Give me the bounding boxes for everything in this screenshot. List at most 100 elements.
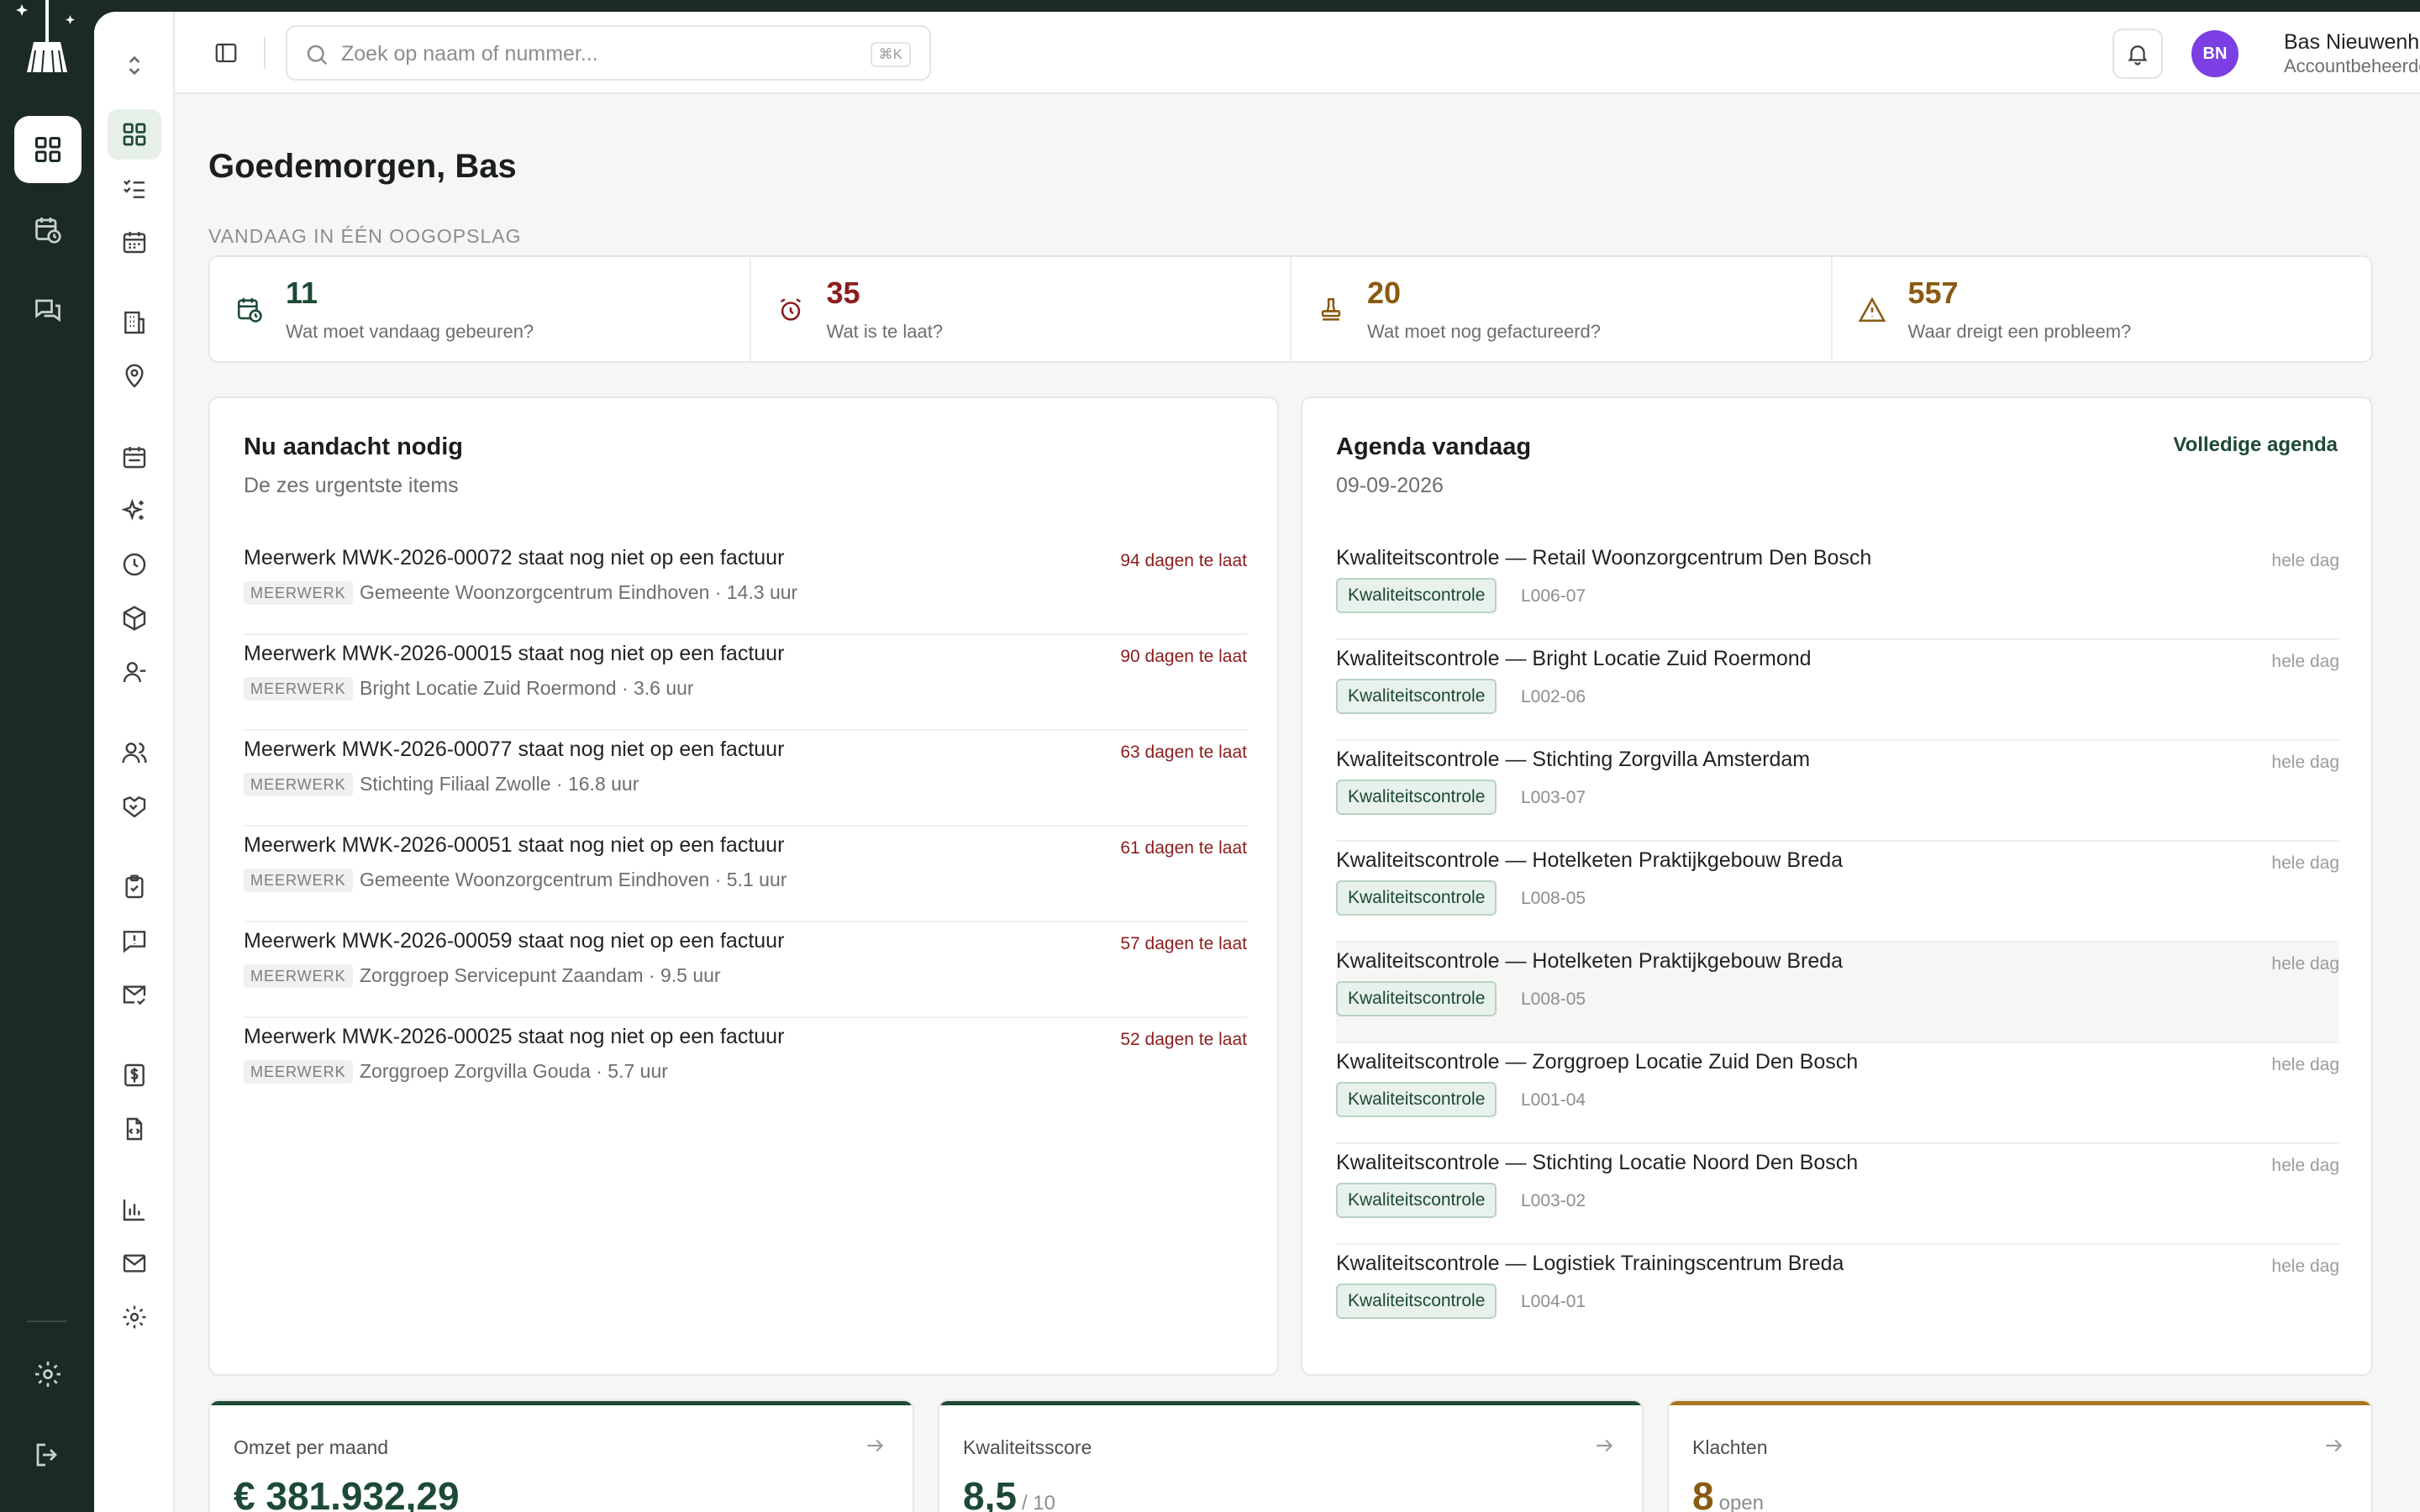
- attention-item[interactable]: Meerwerk MWK-2026-00077 staat nog niet o…: [244, 731, 1247, 827]
- app-window: ⌘K BN Bas Nieuwenhuis Accountbeheerder G…: [94, 12, 2420, 1512]
- full-agenda-link[interactable]: Volledige agenda: [2173, 433, 2338, 457]
- sidebar-collapse-button[interactable]: [108, 40, 161, 91]
- attention-title: Nu aandacht nodig: [244, 433, 463, 460]
- calendar-clock-icon: [237, 297, 262, 323]
- clipboard-check-icon: [125, 874, 144, 899]
- page-title: Goedemorgen, Bas: [208, 148, 517, 185]
- sidebar-item-reports[interactable]: [108, 1184, 161, 1235]
- search-input[interactable]: [341, 37, 812, 71]
- attention-item[interactable]: Meerwerk MWK-2026-00072 staat nog niet o…: [244, 539, 1247, 635]
- agenda-item-tag: Kwaliteitscontrole: [1336, 1183, 1497, 1218]
- kpi-problems[interactable]: 557 Waar dreigt een probleem?: [1833, 257, 2372, 361]
- card-value-suffix: / 10: [1021, 1492, 1055, 1512]
- sidebar-item-contracts[interactable]: [108, 1104, 161, 1154]
- late-badge: 90 dagen te laat: [1120, 647, 1247, 666]
- notifications-button[interactable]: [2112, 29, 2163, 79]
- sidebar-item-employees[interactable]: [108, 727, 161, 778]
- search-box[interactable]: ⌘K: [286, 25, 931, 81]
- sidebar-item-schedule[interactable]: [108, 432, 161, 482]
- attention-item-meta: Zorggroep Servicepunt Zaandam · 9.5 uur: [360, 964, 721, 986]
- rail-planning-button[interactable]: [14, 197, 82, 264]
- dashboard-icon: [123, 123, 146, 146]
- mail-check-icon: [123, 985, 146, 1005]
- agenda-item[interactable]: Kwaliteitscontrole — Hotelketen Praktijk…: [1336, 942, 2339, 1043]
- mail-icon: [123, 1254, 146, 1273]
- sparkle-icon: [121, 498, 144, 521]
- agenda-item[interactable]: Kwaliteitscontrole — Stichting Locatie N…: [1336, 1144, 2339, 1245]
- sidebar-item-hours[interactable]: [108, 539, 161, 590]
- arrow-right-icon: [867, 1439, 884, 1452]
- rail-dashboard-button[interactable]: [14, 116, 82, 183]
- agenda-item-tag: Kwaliteitscontrole: [1336, 981, 1497, 1016]
- sidebar-item-inspections[interactable]: [108, 862, 161, 912]
- sidebar-item-cleaning[interactable]: [108, 486, 161, 536]
- sidebar-item-materials[interactable]: [108, 593, 161, 643]
- user-avatar[interactable]: BN: [2191, 30, 2238, 77]
- chat-icon: [35, 299, 60, 323]
- sidebar-item-absence[interactable]: [108, 647, 161, 697]
- sidebar-item-invoices[interactable]: [108, 1050, 161, 1100]
- sidebar-item-mail[interactable]: [108, 1238, 161, 1289]
- sidebar-item-tasks[interactable]: [108, 163, 161, 213]
- sidebar-item-locations[interactable]: [108, 351, 161, 402]
- agenda-item-title: Kwaliteitscontrole — Hotelketen Praktijk…: [1336, 848, 1844, 872]
- agenda-item[interactable]: Kwaliteitscontrole — Retail Woonzorgcent…: [1336, 539, 2339, 640]
- agenda-item-time: hele dag: [2271, 1257, 2339, 1276]
- calendar-icon: [123, 232, 146, 254]
- quality-score-card[interactable]: Kwaliteitsscore 8,5/ 10: [938, 1399, 1644, 1512]
- late-badge: 57 dagen te laat: [1120, 934, 1247, 953]
- kpi-late[interactable]: 35 Wat is te laat?: [751, 257, 1292, 361]
- card-accent-bar: [1669, 1401, 2371, 1405]
- card-value: € 381.932,29: [234, 1473, 465, 1512]
- kpi-label: Wat moet nog gefactureerd?: [1367, 321, 1602, 342]
- agenda-item-code: L001-04: [1521, 1090, 1586, 1110]
- sidebar-item-dashboard[interactable]: [108, 109, 161, 160]
- sidebar-item-clients[interactable]: [108, 781, 161, 832]
- user-name[interactable]: Bas Nieuwenhuis: [2284, 30, 2420, 55]
- toggle-sidebar-button[interactable]: [210, 37, 242, 69]
- agenda-item-tag: Kwaliteitscontrole: [1336, 1284, 1497, 1319]
- agenda-item[interactable]: Kwaliteitscontrole — Stichting Zorgvilla…: [1336, 741, 2339, 842]
- revenue-card[interactable]: Omzet per maand € 381.932,29: [208, 1399, 914, 1512]
- sidebar-item-complaints[interactable]: [108, 916, 161, 966]
- gear-icon: [123, 1305, 146, 1329]
- attention-item[interactable]: Meerwerk MWK-2026-00059 staat nog niet o…: [244, 922, 1247, 1018]
- kpi-today[interactable]: 11 Wat moet vandaag gebeuren?: [210, 257, 751, 361]
- settings-icon: [35, 1362, 60, 1387]
- agenda-item-tag: Kwaliteitscontrole: [1336, 679, 1497, 714]
- agenda-item-title: Kwaliteitscontrole — Stichting Zorgvilla…: [1336, 748, 1811, 771]
- attention-item-meta: Bright Locatie Zuid Roermond · 3.6 uur: [360, 677, 694, 699]
- logout-icon: [36, 1443, 57, 1467]
- attention-item[interactable]: Meerwerk MWK-2026-00015 staat nog niet o…: [244, 635, 1247, 731]
- agenda-panel: Agenda vandaag 09-09-2026 Volledige agen…: [1301, 396, 2373, 1376]
- agenda-item[interactable]: Kwaliteitscontrole — Zorggroep Locatie Z…: [1336, 1043, 2339, 1144]
- agenda-item-time: hele dag: [2271, 853, 2339, 873]
- search-icon: [307, 45, 328, 66]
- kpi-to-invoice[interactable]: 20 Wat moet nog gefactureerd?: [1292, 257, 1833, 361]
- kpi-value: 20: [1367, 276, 1402, 310]
- sidebar-item-calendar[interactable]: [108, 217, 161, 267]
- sidebar-item-buildings[interactable]: [108, 297, 161, 348]
- rail-logout-button[interactable]: [14, 1421, 82, 1488]
- kpi-label: Wat is te laat?: [826, 321, 944, 342]
- dashboard-icon: [35, 137, 60, 162]
- rail-messages-button[interactable]: [14, 277, 82, 344]
- attention-item[interactable]: Meerwerk MWK-2026-00051 staat nog niet o…: [244, 827, 1247, 922]
- kpi-strip: 11 Wat moet vandaag gebeuren? 35 Wat is …: [208, 255, 2373, 363]
- agenda-item-time: hele dag: [2271, 1055, 2339, 1074]
- message-alert-icon: [123, 931, 146, 953]
- kpi-label: Waar dreigt een probleem?: [1907, 321, 2132, 342]
- agenda-item[interactable]: Kwaliteitscontrole — Bright Locatie Zuid…: [1336, 640, 2339, 741]
- kpi-label: Wat moet vandaag gebeuren?: [286, 321, 534, 342]
- attention-item[interactable]: Meerwerk MWK-2026-00025 staat nog niet o…: [244, 1018, 1247, 1114]
- agenda-item[interactable]: Kwaliteitscontrole — Logistiek Trainings…: [1336, 1245, 2339, 1346]
- sidebar-item-requests[interactable]: [108, 969, 161, 1020]
- card-value: 8,5/ 10: [963, 1473, 1055, 1512]
- item-type-tag: MEERWERK: [244, 1060, 353, 1084]
- agenda-item[interactable]: Kwaliteitscontrole — Hotelketen Praktijk…: [1336, 842, 2339, 942]
- complaints-card[interactable]: Klachten 8 open: [1667, 1399, 2373, 1512]
- attention-item-meta: Zorggroep Zorgvilla Gouda · 5.7 uur: [360, 1060, 668, 1082]
- agenda-item-title: Kwaliteitscontrole — Logistiek Trainings…: [1336, 1252, 1844, 1275]
- rail-settings-button[interactable]: [14, 1341, 82, 1408]
- sidebar-item-settings[interactable]: [108, 1292, 161, 1342]
